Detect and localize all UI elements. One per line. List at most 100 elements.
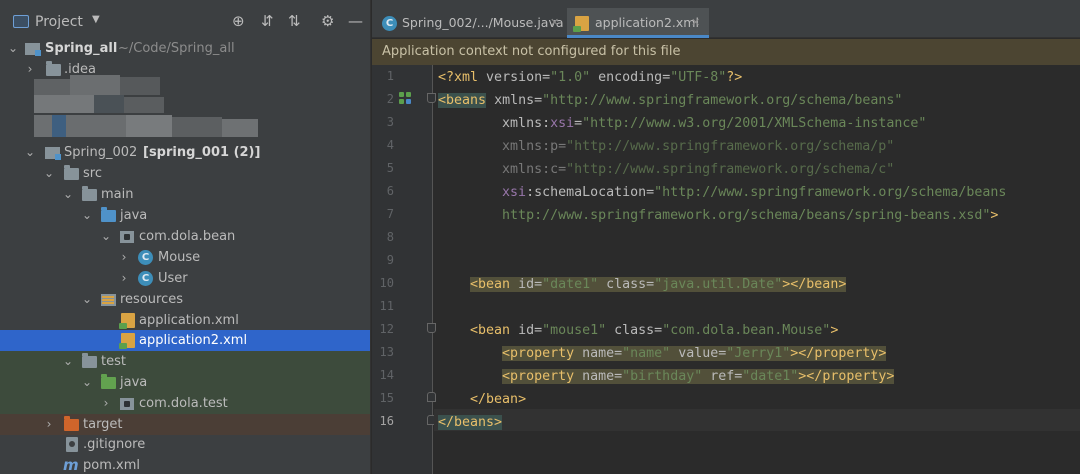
- project-tool-window: Project ▼ ⊕ ⇵ ⇅ ⚙ — ⌄ Spring_all ~/Code/…: [0, 0, 371, 474]
- maven-icon: m: [63, 456, 79, 474]
- project-tool-window-icon[interactable]: [13, 15, 29, 28]
- module-folder-icon: [45, 147, 61, 160]
- chevron-down-icon[interactable]: ⌄: [100, 226, 112, 247]
- project-view-title[interactable]: Project: [35, 14, 83, 30]
- tree-item-class-user[interactable]: › C User: [0, 268, 370, 289]
- locate-file-icon[interactable]: ⊕: [232, 12, 245, 30]
- root-path: ~/Code/Spring_all: [118, 41, 235, 56]
- package-label: com.dola.bean: [139, 229, 236, 244]
- tree-item-package[interactable]: ⌄ com.dola.bean: [0, 226, 370, 247]
- tree-item-module[interactable]: ⌄ Spring_002 [spring_001 (2)]: [0, 142, 370, 163]
- tree-item-java[interactable]: ⌄ java: [0, 205, 370, 226]
- code-line: xmlns:c="http://www.springframework.org/…: [502, 162, 895, 177]
- chevron-right-icon[interactable]: ›: [118, 247, 130, 268]
- package-icon: [120, 231, 134, 243]
- collapse-all-icon[interactable]: ⇅: [288, 12, 301, 30]
- excluded-folder-icon: [64, 416, 79, 431]
- tab-mouse-java[interactable]: C Spring_002/.../Mouse.java ✕: [374, 8, 566, 38]
- tree-item-class-mouse[interactable]: › C Mouse: [0, 247, 370, 268]
- hide-icon[interactable]: —: [348, 12, 363, 30]
- line-number-gutter: 1 2 3 4 5 6 7 8 9 10 11 12 13 14 15 16: [372, 65, 436, 474]
- line-number: 12: [379, 322, 394, 336]
- tree-item-target[interactable]: › target: [0, 414, 370, 435]
- java-class-icon: C: [382, 16, 397, 31]
- main-label: main: [101, 187, 134, 202]
- file-label: application2.xml: [139, 333, 248, 348]
- resources-folder-icon: [101, 294, 116, 306]
- chevron-right-icon[interactable]: ›: [43, 414, 55, 435]
- module-tag: [spring_001 (2)]: [143, 145, 261, 160]
- current-line-highlight: [434, 409, 1080, 431]
- module-folder-icon: [25, 43, 41, 56]
- spring-xml-icon: [573, 16, 589, 32]
- line-number: 11: [379, 299, 394, 313]
- line-number: 3: [386, 115, 394, 129]
- chevron-down-icon[interactable]: ⌄: [81, 289, 93, 310]
- chevron-down-icon[interactable]: ⌄: [81, 205, 93, 226]
- tree-item-pom[interactable]: m pom.xml: [0, 455, 370, 474]
- editor-tab-bar: C Spring_002/.../Mouse.java ✕ applicatio…: [372, 0, 1080, 38]
- chevron-down-icon[interactable]: ⌄: [7, 38, 19, 59]
- class-label: Mouse: [158, 250, 201, 265]
- line-number: 13: [379, 345, 394, 359]
- module-name: Spring_002: [64, 145, 138, 160]
- tree-item-src[interactable]: ⌄ src: [0, 163, 370, 184]
- tree-item-file-application[interactable]: application.xml: [0, 310, 370, 331]
- code-line: xmlns:p="http://www.springframework.org/…: [502, 139, 895, 154]
- tree-item-test-java[interactable]: ⌄ java: [0, 372, 370, 393]
- chevron-down-icon[interactable]: ⌄: [43, 163, 55, 184]
- code-line: </beans>: [438, 415, 503, 430]
- gear-icon[interactable]: ⚙: [321, 12, 334, 30]
- chevron-down-icon[interactable]: ▼: [92, 14, 100, 25]
- line-number: 8: [386, 230, 394, 244]
- tree-item-test[interactable]: ⌄ test: [0, 351, 370, 372]
- code-line: <property name="birthday" ref="date1"></…: [502, 369, 895, 384]
- tree-item-main[interactable]: ⌄ main: [0, 184, 370, 205]
- tree-item-test-package[interactable]: › com.dola.test: [0, 393, 370, 414]
- code-line: <bean id="mouse1" class="com.dola.bean.M…: [470, 323, 839, 338]
- tree-item-root[interactable]: ⌄ Spring_all ~/Code/Spring_all: [0, 38, 370, 59]
- spring-bean-gutter-icon[interactable]: [399, 92, 413, 104]
- code-line: http://www.springframework.org/schema/be…: [502, 208, 999, 223]
- code-line: <bean id="date1" class="java.util.Date">…: [470, 277, 847, 292]
- tree-item-resources[interactable]: ⌄ resources: [0, 289, 370, 310]
- java-class-icon: C: [138, 250, 153, 265]
- chevron-right-icon[interactable]: ›: [118, 268, 130, 289]
- file-label: application.xml: [139, 313, 239, 328]
- expand-all-icon[interactable]: ⇵: [261, 12, 274, 30]
- code-line: xmlns:xsi="http://www.w3.org/2001/XMLSch…: [502, 116, 927, 131]
- tree-item-file-application2[interactable]: application2.xml: [0, 330, 370, 351]
- line-number: 1: [386, 69, 394, 83]
- close-icon[interactable]: ✕: [691, 8, 700, 38]
- gitignore-label: .gitignore: [83, 437, 146, 452]
- line-number: 15: [379, 391, 394, 405]
- code-line: </bean>: [470, 392, 527, 407]
- class-label: User: [158, 271, 188, 286]
- line-number: 4: [386, 138, 394, 152]
- gitignore-file-icon: [66, 437, 78, 452]
- line-number: 2: [386, 92, 394, 106]
- code-editor[interactable]: <?xml version="1.0" encoding="UTF-8"?> <…: [434, 65, 1080, 474]
- folder-icon: [82, 186, 97, 201]
- resources-label: resources: [120, 292, 184, 307]
- code-line: xsi:schemaLocation="http://www.springfra…: [502, 185, 1007, 200]
- code-line: <property name="name" value="Jerry1"></p…: [502, 346, 887, 361]
- line-number: 16: [379, 414, 394, 428]
- tab-label: application2.xml: [595, 15, 699, 30]
- chevron-right-icon[interactable]: ›: [100, 393, 112, 414]
- tree-item-gitignore[interactable]: .gitignore: [0, 434, 370, 455]
- folder-icon: [64, 165, 79, 180]
- chevron-down-icon[interactable]: ⌄: [24, 142, 36, 163]
- spring-xml-icon: [119, 333, 135, 349]
- chevron-down-icon[interactable]: ⌄: [81, 372, 93, 393]
- close-icon[interactable]: ✕: [550, 8, 559, 38]
- notification-banner: Application context not configured for t…: [372, 39, 1080, 65]
- src-label: src: [83, 166, 102, 181]
- redacted-items: [34, 71, 259, 143]
- code-line: <beans xmlns="http://www.springframework…: [438, 93, 903, 108]
- target-label: target: [83, 417, 123, 432]
- package-icon: [120, 398, 134, 410]
- tab-application2-xml[interactable]: application2.xml ✕: [567, 8, 709, 38]
- chevron-down-icon[interactable]: ⌄: [62, 351, 74, 372]
- chevron-down-icon[interactable]: ⌄: [62, 184, 74, 205]
